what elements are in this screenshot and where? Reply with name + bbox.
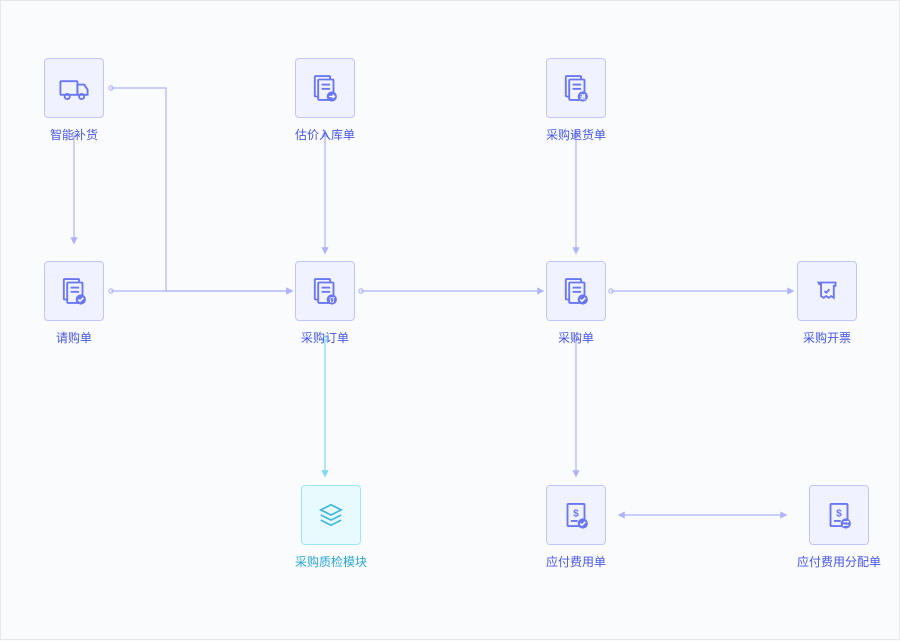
node-label: 应付费用单 (546, 553, 606, 570)
node-label: 估价入库单 (295, 126, 355, 143)
node-purchase-order[interactable]: 订 采购订单 (295, 261, 355, 346)
svg-text:订: 订 (329, 296, 335, 304)
svg-text:$: $ (836, 509, 842, 520)
node-label: 智能补货 (50, 126, 98, 143)
node-label: 采购订单 (301, 329, 349, 346)
node-purchase-request[interactable]: 请购单 (44, 261, 104, 346)
node-purchase-invoice[interactable]: 采购开票 (797, 261, 857, 346)
node-label: 采购质检模块 (295, 553, 367, 570)
doc-check-icon (44, 261, 104, 321)
svg-text:退: 退 (580, 93, 586, 101)
doc-money-swap-icon: $ (809, 485, 869, 545)
receipt-icon (797, 261, 857, 321)
node-label: 采购单 (558, 329, 594, 346)
layers-icon (301, 485, 361, 545)
node-label: 采购退货单 (546, 126, 606, 143)
doc-badge-icon: 订 (295, 261, 355, 321)
node-label: 请购单 (56, 329, 92, 346)
node-estimate-inbound[interactable]: 估价入库单 (295, 58, 355, 143)
svg-text:$: $ (573, 509, 579, 520)
node-label: 采购开票 (803, 329, 851, 346)
truck-icon (44, 58, 104, 118)
node-quality-check[interactable]: 采购质检模块 (295, 485, 367, 570)
node-smart-replenish[interactable]: 智能补货 (44, 58, 104, 143)
node-payable-expense[interactable]: $ 应付费用单 (546, 485, 606, 570)
node-payable-allocation[interactable]: $ 应付费用分配单 (797, 485, 881, 570)
node-purchase-bill[interactable]: 采购单 (546, 261, 606, 346)
doc-return-icon: 退 (546, 58, 606, 118)
node-label: 应付费用分配单 (797, 553, 881, 570)
doc-check-icon (546, 261, 606, 321)
doc-money-check-icon: $ (546, 485, 606, 545)
node-purchase-return[interactable]: 退 采购退货单 (546, 58, 606, 143)
doc-arrow-icon (295, 58, 355, 118)
